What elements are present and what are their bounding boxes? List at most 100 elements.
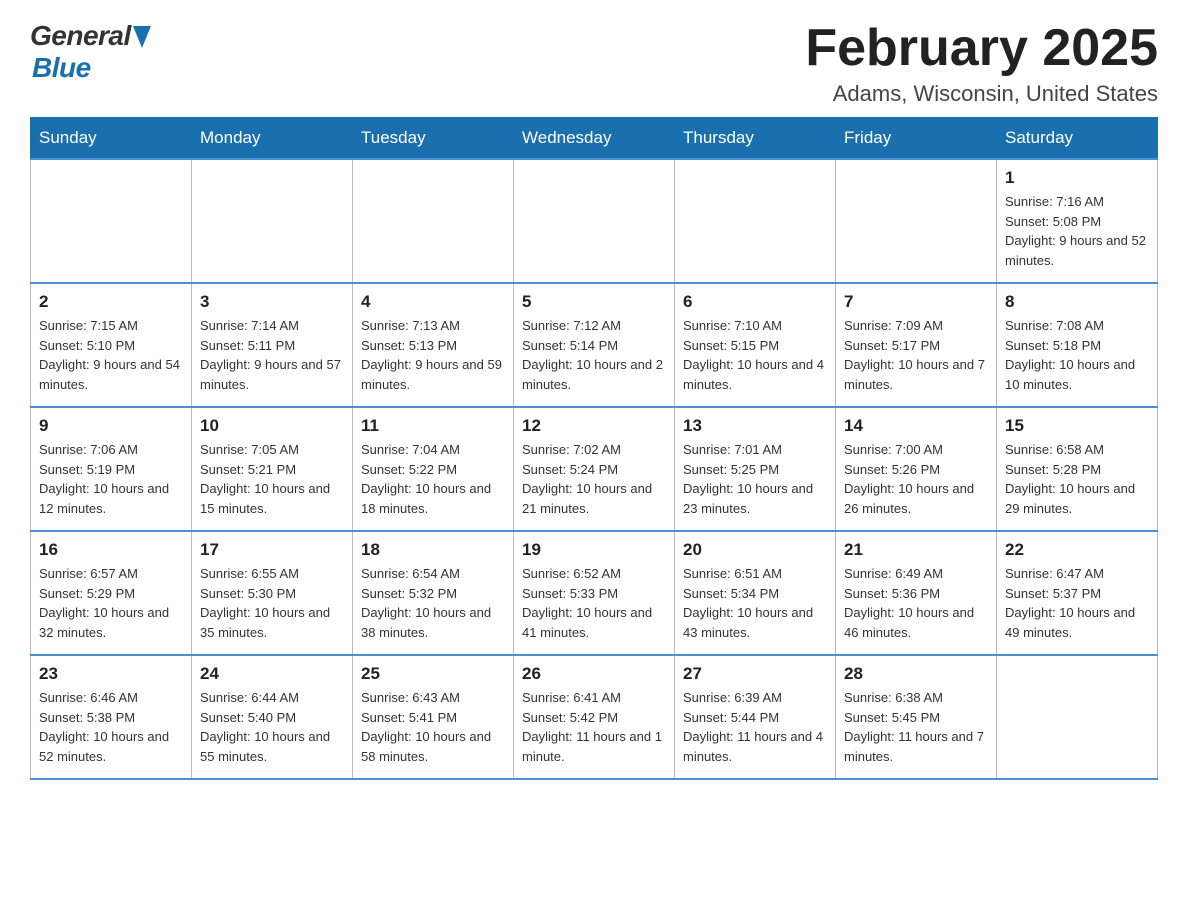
- calendar-cell: 2 Sunrise: 7:15 AMSunset: 5:10 PMDaylight…: [31, 283, 192, 407]
- day-info: Sunrise: 6:57 AMSunset: 5:29 PMDaylight:…: [39, 564, 183, 642]
- calendar-cell: 21 Sunrise: 6:49 AMSunset: 5:36 PMDayligh…: [836, 531, 997, 655]
- location-subtitle: Adams, Wisconsin, United States: [805, 81, 1158, 107]
- calendar-cell: 13 Sunrise: 7:01 AMSunset: 5:25 PMDayligh…: [675, 407, 836, 531]
- calendar-cell: [192, 159, 353, 283]
- day-info: Sunrise: 6:38 AMSunset: 5:45 PMDaylight:…: [844, 688, 988, 766]
- calendar-cell: 11 Sunrise: 7:04 AMSunset: 5:22 PMDayligh…: [353, 407, 514, 531]
- day-info: Sunrise: 7:14 AMSunset: 5:11 PMDaylight:…: [200, 316, 344, 394]
- calendar-cell: 5Sunrise: 7:12 AMSunset: 5:14 PMDaylight…: [514, 283, 675, 407]
- logo-general-text: General: [30, 20, 131, 52]
- day-number: 7: [844, 292, 988, 312]
- day-info: Sunrise: 7:02 AMSunset: 5:24 PMDaylight:…: [522, 440, 666, 518]
- day-info: Sunrise: 7:13 AMSunset: 5:13 PMDaylight:…: [361, 316, 505, 394]
- day-info: Sunrise: 7:16 AMSunset: 5:08 PMDaylight:…: [1005, 192, 1149, 270]
- day-number: 17: [200, 540, 344, 560]
- calendar-cell: 22 Sunrise: 6:47 AMSunset: 5:37 PMDayligh…: [997, 531, 1158, 655]
- day-info: Sunrise: 7:15 AMSunset: 5:10 PMDaylight:…: [39, 316, 183, 394]
- calendar-cell: 8 Sunrise: 7:08 AMSunset: 5:18 PMDaylight…: [997, 283, 1158, 407]
- day-info: Sunrise: 6:39 AMSunset: 5:44 PMDaylight:…: [683, 688, 827, 766]
- day-number: 25: [361, 664, 505, 684]
- day-number: 21: [844, 540, 988, 560]
- calendar-cell: 10 Sunrise: 7:05 AMSunset: 5:21 PMDayligh…: [192, 407, 353, 531]
- day-number: 12: [522, 416, 666, 436]
- calendar-cell: [836, 159, 997, 283]
- calendar-header-row: SundayMondayTuesdayWednesdayThursdayFrid…: [31, 118, 1158, 160]
- calendar-cell: 16 Sunrise: 6:57 AMSunset: 5:29 PMDayligh…: [31, 531, 192, 655]
- calendar-cell: [514, 159, 675, 283]
- calendar-week-2: 2 Sunrise: 7:15 AMSunset: 5:10 PMDaylight…: [31, 283, 1158, 407]
- calendar-cell: 23Sunrise: 6:46 AMSunset: 5:38 PMDayligh…: [31, 655, 192, 779]
- day-info: Sunrise: 7:12 AMSunset: 5:14 PMDaylight:…: [522, 316, 666, 394]
- day-info: Sunrise: 6:41 AMSunset: 5:42 PMDaylight:…: [522, 688, 666, 766]
- calendar-cell: 6Sunrise: 7:10 AMSunset: 5:15 PMDaylight…: [675, 283, 836, 407]
- weekday-header-saturday: Saturday: [997, 118, 1158, 160]
- day-number: 27: [683, 664, 827, 684]
- day-number: 18: [361, 540, 505, 560]
- calendar-cell: 28 Sunrise: 6:38 AMSunset: 5:45 PMDayligh…: [836, 655, 997, 779]
- calendar-cell: 12 Sunrise: 7:02 AMSunset: 5:24 PMDayligh…: [514, 407, 675, 531]
- day-number: 20: [683, 540, 827, 560]
- day-number: 15: [1005, 416, 1149, 436]
- calendar-cell: 20Sunrise: 6:51 AMSunset: 5:34 PMDayligh…: [675, 531, 836, 655]
- day-number: 10: [200, 416, 344, 436]
- weekday-header-tuesday: Tuesday: [353, 118, 514, 160]
- day-number: 22: [1005, 540, 1149, 560]
- day-info: Sunrise: 7:09 AMSunset: 5:17 PMDaylight:…: [844, 316, 988, 394]
- title-area: February 2025 Adams, Wisconsin, United S…: [805, 20, 1158, 107]
- day-number: 9: [39, 416, 183, 436]
- calendar-cell: 26 Sunrise: 6:41 AMSunset: 5:42 PMDayligh…: [514, 655, 675, 779]
- day-number: 19: [522, 540, 666, 560]
- day-number: 8: [1005, 292, 1149, 312]
- day-number: 13: [683, 416, 827, 436]
- day-info: Sunrise: 7:06 AMSunset: 5:19 PMDaylight:…: [39, 440, 183, 518]
- calendar-cell: 7 Sunrise: 7:09 AMSunset: 5:17 PMDaylight…: [836, 283, 997, 407]
- logo-blue-text: Blue: [32, 52, 91, 83]
- page-header: General Blue February 2025 Adams, Wiscon…: [30, 20, 1158, 107]
- calendar-week-4: 16 Sunrise: 6:57 AMSunset: 5:29 PMDayligh…: [31, 531, 1158, 655]
- calendar-cell: 25Sunrise: 6:43 AMSunset: 5:41 PMDayligh…: [353, 655, 514, 779]
- month-title: February 2025: [805, 20, 1158, 77]
- calendar-table: SundayMondayTuesdayWednesdayThursdayFrid…: [30, 117, 1158, 780]
- day-info: Sunrise: 6:54 AMSunset: 5:32 PMDaylight:…: [361, 564, 505, 642]
- day-info: Sunrise: 7:01 AMSunset: 5:25 PMDaylight:…: [683, 440, 827, 518]
- day-number: 24: [200, 664, 344, 684]
- calendar-cell: [31, 159, 192, 283]
- calendar-cell: 18 Sunrise: 6:54 AMSunset: 5:32 PMDayligh…: [353, 531, 514, 655]
- day-number: 28: [844, 664, 988, 684]
- day-info: Sunrise: 6:58 AMSunset: 5:28 PMDaylight:…: [1005, 440, 1149, 518]
- calendar-cell: [675, 159, 836, 283]
- day-info: Sunrise: 6:55 AMSunset: 5:30 PMDaylight:…: [200, 564, 344, 642]
- calendar-cell: 4Sunrise: 7:13 AMSunset: 5:13 PMDaylight…: [353, 283, 514, 407]
- weekday-header-thursday: Thursday: [675, 118, 836, 160]
- calendar-cell: 14Sunrise: 7:00 AMSunset: 5:26 PMDayligh…: [836, 407, 997, 531]
- calendar-cell: 15 Sunrise: 6:58 AMSunset: 5:28 PMDayligh…: [997, 407, 1158, 531]
- calendar-cell: [353, 159, 514, 283]
- logo-arrow-icon: [133, 26, 151, 48]
- weekday-header-friday: Friday: [836, 118, 997, 160]
- calendar-cell: 27 Sunrise: 6:39 AMSunset: 5:44 PMDayligh…: [675, 655, 836, 779]
- calendar-week-1: 1Sunrise: 7:16 AMSunset: 5:08 PMDaylight…: [31, 159, 1158, 283]
- day-number: 26: [522, 664, 666, 684]
- calendar-cell: 17 Sunrise: 6:55 AMSunset: 5:30 PMDayligh…: [192, 531, 353, 655]
- calendar-cell: 1Sunrise: 7:16 AMSunset: 5:08 PMDaylight…: [997, 159, 1158, 283]
- day-number: 6: [683, 292, 827, 312]
- calendar-week-5: 23Sunrise: 6:46 AMSunset: 5:38 PMDayligh…: [31, 655, 1158, 779]
- day-info: Sunrise: 6:47 AMSunset: 5:37 PMDaylight:…: [1005, 564, 1149, 642]
- day-number: 11: [361, 416, 505, 436]
- day-info: Sunrise: 6:46 AMSunset: 5:38 PMDaylight:…: [39, 688, 183, 766]
- day-number: 3: [200, 292, 344, 312]
- day-info: Sunrise: 7:05 AMSunset: 5:21 PMDaylight:…: [200, 440, 344, 518]
- day-number: 2: [39, 292, 183, 312]
- day-info: Sunrise: 7:04 AMSunset: 5:22 PMDaylight:…: [361, 440, 505, 518]
- day-number: 16: [39, 540, 183, 560]
- day-info: Sunrise: 6:49 AMSunset: 5:36 PMDaylight:…: [844, 564, 988, 642]
- day-info: Sunrise: 6:52 AMSunset: 5:33 PMDaylight:…: [522, 564, 666, 642]
- calendar-cell: 3 Sunrise: 7:14 AMSunset: 5:11 PMDaylight…: [192, 283, 353, 407]
- weekday-header-wednesday: Wednesday: [514, 118, 675, 160]
- calendar-cell: 9 Sunrise: 7:06 AMSunset: 5:19 PMDaylight…: [31, 407, 192, 531]
- calendar-week-3: 9 Sunrise: 7:06 AMSunset: 5:19 PMDaylight…: [31, 407, 1158, 531]
- weekday-header-monday: Monday: [192, 118, 353, 160]
- day-info: Sunrise: 7:08 AMSunset: 5:18 PMDaylight:…: [1005, 316, 1149, 394]
- calendar-cell: [997, 655, 1158, 779]
- day-info: Sunrise: 7:00 AMSunset: 5:26 PMDaylight:…: [844, 440, 988, 518]
